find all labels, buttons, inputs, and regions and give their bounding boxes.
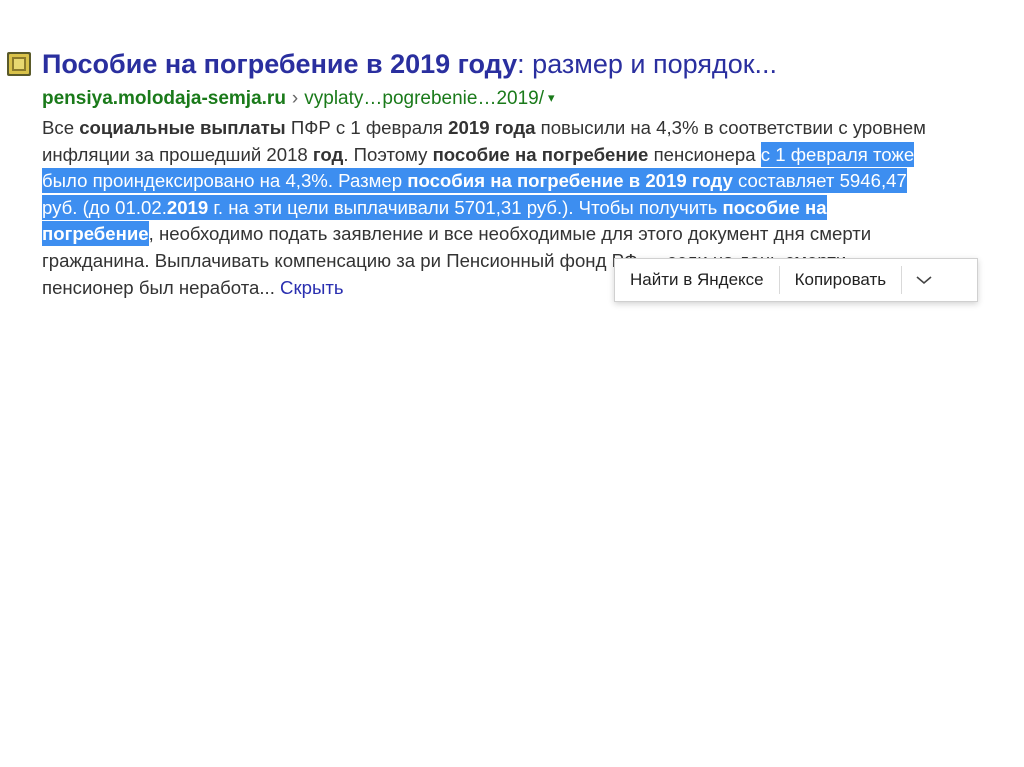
snippet-highlight: год: [312, 143, 344, 165]
snippet-highlight: 2019 года: [448, 117, 536, 138]
result-title-rest: : размер и порядок...: [517, 49, 778, 79]
page: Пособие на погребение в 2019 году: разме…: [0, 0, 1024, 767]
snippet-highlight: социальные выплаты: [79, 117, 286, 138]
find-in-yandex-button[interactable]: Найти в Яндексе: [615, 265, 779, 295]
result-title-bold: Пособие на погребение в 2019 году: [42, 49, 518, 79]
selected-text-highlight: 2019: [166, 196, 209, 218]
selected-text-highlight: пособия на погребение в 2019 году: [407, 170, 733, 192]
result-title-link[interactable]: Пособие на погребение в 2019 году: разме…: [42, 47, 777, 81]
selected-text-part: г. на эти цели выплачивали 5701,31 руб.)…: [208, 196, 723, 218]
snippet-text: Все: [42, 117, 80, 138]
url-dropdown-icon[interactable]: ▾: [548, 90, 555, 105]
snippet-highlight: пособие на погребение: [432, 143, 649, 165]
snippet-text: . Поэтому: [343, 143, 433, 165]
snippet-text: , необходимо подать заявление и все необ…: [148, 223, 769, 245]
copy-button[interactable]: Копировать: [780, 265, 902, 295]
selection-context-menu: Найти в Яндексе Копировать: [614, 258, 978, 302]
result-title-row: Пособие на погребение в 2019 году: разме…: [6, 44, 936, 84]
more-options-button[interactable]: [902, 265, 946, 295]
snippet-text: пенсионера: [648, 143, 761, 165]
site-favicon-icon: [7, 52, 31, 76]
chevron-down-icon: [916, 276, 932, 285]
result-url-host[interactable]: pensiya.molodaja-semja.ru: [42, 88, 286, 109]
result-url: pensiya.molodaja-semja.ru › vyplaty…pogreb…: [42, 86, 936, 111]
url-separator: ›: [291, 88, 299, 109]
hide-snippet-link[interactable]: Скрыть: [280, 277, 343, 298]
snippet-text: ПФР с 1 февраля: [285, 117, 449, 138]
result-url-path[interactable]: vyplaty…pogrebenie…2019/: [304, 88, 544, 109]
